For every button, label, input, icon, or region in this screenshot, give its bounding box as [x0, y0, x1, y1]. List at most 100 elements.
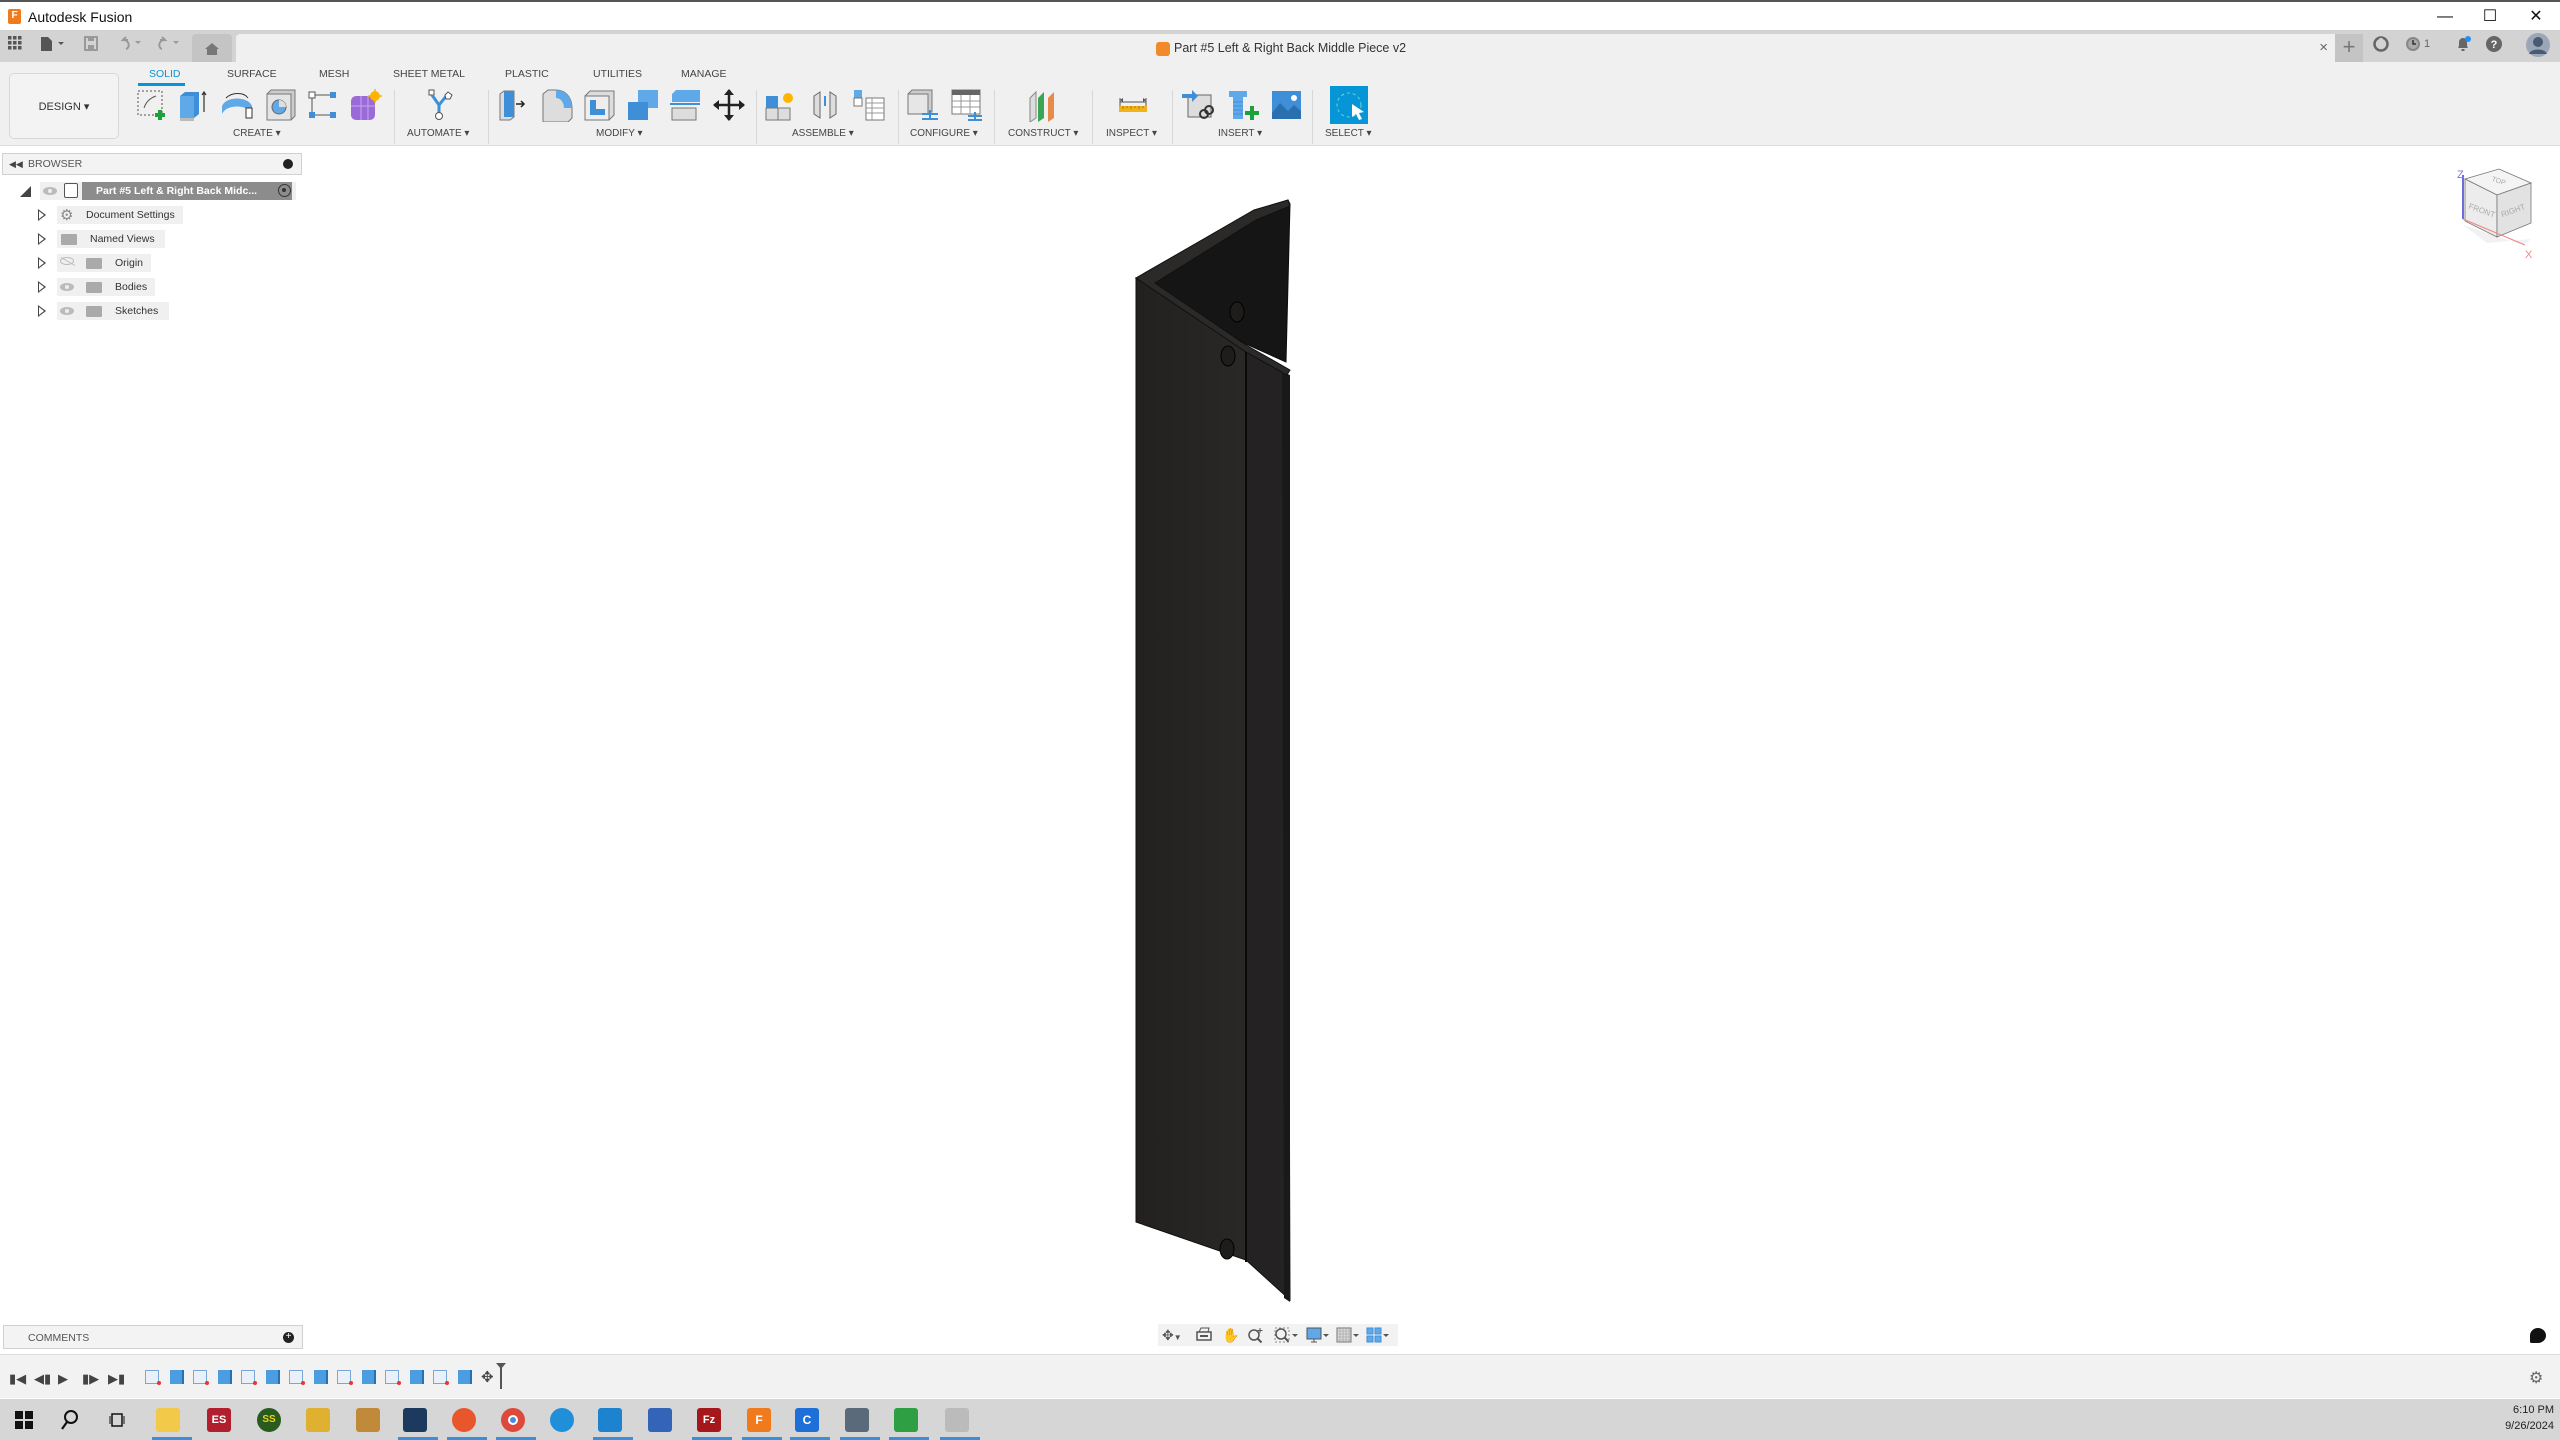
- joint-button[interactable]: [808, 88, 842, 122]
- new-component-button[interactable]: [764, 88, 798, 122]
- offset-face-button[interactable]: [668, 88, 702, 122]
- timeline-marker-line[interactable]: [500, 1367, 502, 1389]
- home-tab[interactable]: [192, 34, 232, 62]
- extrude-button[interactable]: [176, 88, 210, 122]
- timeline-go-to-end-icon[interactable]: ▶▮: [108, 1371, 125, 1387]
- zoom-icon[interactable]: [1248, 1327, 1264, 1346]
- timeline-sketch-feature[interactable]: [241, 1370, 257, 1385]
- save-icon[interactable]: [84, 36, 98, 56]
- firefox-icon[interactable]: [452, 1408, 476, 1432]
- system-clock[interactable]: 6:10 PM 9/26/2024: [2505, 1402, 2554, 1434]
- configuration-table-button[interactable]: [950, 88, 984, 122]
- fit-icon[interactable]: [1274, 1327, 1298, 1346]
- move-copy-button[interactable]: [712, 88, 746, 122]
- combine-button[interactable]: [626, 88, 660, 122]
- timeline-play-icon[interactable]: ▶: [58, 1371, 68, 1387]
- minimize-button[interactable]: —: [2425, 6, 2465, 28]
- fusion-taskbar-icon[interactable]: F: [747, 1408, 771, 1432]
- sheets-app-icon[interactable]: [894, 1408, 918, 1432]
- timeline-sketch-feature[interactable]: [193, 1370, 209, 1385]
- es-app-icon[interactable]: ES: [207, 1408, 231, 1432]
- search-icon[interactable]: [58, 1408, 82, 1432]
- user-avatar[interactable]: [2526, 33, 2550, 62]
- new-tab-button[interactable]: +: [2335, 34, 2363, 62]
- expand-triangle-icon[interactable]: [38, 233, 46, 245]
- pen-app-icon[interactable]: [306, 1408, 330, 1432]
- vscode-icon[interactable]: [598, 1408, 622, 1432]
- hole-button[interactable]: [264, 88, 298, 122]
- browser-item-document-settings[interactable]: ⚙ Document Settings: [36, 206, 196, 224]
- create-group-label[interactable]: CREATE ▾: [233, 128, 281, 139]
- insert-derive-button[interactable]: [1182, 88, 1216, 122]
- data-panel-icon[interactable]: [8, 36, 22, 55]
- display-settings-icon[interactable]: [1306, 1327, 1330, 1346]
- timeline-settings-gear-icon[interactable]: ⚙: [2529, 1368, 2543, 1388]
- tab-manage[interactable]: MANAGE: [681, 68, 727, 80]
- timeline-extrude-feature[interactable]: [410, 1370, 424, 1384]
- expand-triangle-icon[interactable]: [38, 257, 46, 269]
- browser-item-bodies[interactable]: Bodies: [36, 278, 196, 296]
- look-at-icon[interactable]: [1196, 1327, 1212, 1344]
- insert-canvas-button[interactable]: [1270, 88, 1304, 122]
- expand-triangle-icon[interactable]: [38, 209, 46, 221]
- timeline-sketch-feature[interactable]: [145, 1370, 161, 1385]
- shell-button[interactable]: [582, 88, 616, 122]
- offset-plane-button[interactable]: [1026, 88, 1060, 123]
- expand-triangle-icon[interactable]: [38, 281, 46, 293]
- expand-triangle-icon[interactable]: [20, 186, 31, 197]
- timeline-extrude-feature[interactable]: [266, 1370, 280, 1384]
- inspect-group-label[interactable]: INSPECT ▾: [1106, 128, 1157, 139]
- model-angle-bracket[interactable]: [1100, 190, 1320, 1310]
- timeline-sketch-feature[interactable]: [433, 1370, 449, 1385]
- timeline-sketch-feature[interactable]: [337, 1370, 353, 1385]
- fillet-button[interactable]: [540, 88, 574, 123]
- timeline-extrude-feature[interactable]: [314, 1370, 328, 1384]
- tab-surface[interactable]: SURFACE: [227, 68, 277, 80]
- form-button[interactable]: [348, 88, 382, 122]
- close-tab-button[interactable]: ×: [2319, 39, 2328, 56]
- press-pull-button[interactable]: [498, 88, 532, 122]
- timeline-move-feature[interactable]: ✥: [481, 1368, 494, 1386]
- redo-icon[interactable]: [156, 36, 182, 55]
- orbit-icon[interactable]: ✥▼: [1162, 1327, 1182, 1344]
- tab-sheet-metal[interactable]: SHEET METAL: [393, 68, 465, 80]
- revolve-button[interactable]: [220, 88, 254, 122]
- tab-solid[interactable]: SOLID: [149, 68, 181, 80]
- visibility-eye-icon[interactable]: [60, 307, 74, 315]
- visibility-eye-icon[interactable]: [43, 187, 57, 195]
- viewcube[interactable]: TOP FRONT RIGHT Z X: [2445, 165, 2555, 275]
- close-window-button[interactable]: ✕: [2516, 6, 2556, 28]
- add-comment-icon[interactable]: +: [283, 1332, 294, 1343]
- timeline-sketch-feature[interactable]: [289, 1370, 305, 1385]
- job-status-icon[interactable]: [2405, 36, 2421, 57]
- start-button[interactable]: [12, 1408, 36, 1432]
- visibility-eye-icon[interactable]: [60, 283, 74, 291]
- timeline-sketch-feature[interactable]: [385, 1370, 401, 1385]
- select-group-label[interactable]: SELECT ▾: [1325, 128, 1372, 139]
- browser-item-sketches[interactable]: Sketches: [36, 302, 196, 320]
- task-view-icon[interactable]: [106, 1408, 130, 1432]
- filezilla-icon[interactable]: Fz: [697, 1408, 721, 1432]
- insert-group-label[interactable]: INSERT ▾: [1218, 128, 1262, 139]
- edge-icon[interactable]: [550, 1408, 574, 1432]
- insert-mcmaster-button[interactable]: [1226, 88, 1260, 122]
- pan-icon[interactable]: ✋: [1222, 1327, 1239, 1344]
- pattern-button[interactable]: [306, 88, 340, 122]
- construct-group-label[interactable]: CONSTRUCT ▾: [1008, 128, 1078, 139]
- hidden-eye-icon[interactable]: [60, 257, 76, 266]
- browser-item-origin[interactable]: Origin: [36, 254, 196, 272]
- media-app-icon[interactable]: [356, 1408, 380, 1432]
- timeline-extrude-feature[interactable]: [218, 1370, 232, 1384]
- collapse-browser-icon[interactable]: ◀◀: [9, 159, 23, 170]
- maximize-button[interactable]: ☐: [2470, 6, 2510, 28]
- timeline-go-to-start-icon[interactable]: ▮◀: [9, 1371, 26, 1387]
- workspace-switcher[interactable]: DESIGN ▾: [9, 73, 119, 139]
- select-button[interactable]: [1330, 86, 1368, 124]
- tab-plastic[interactable]: PLASTIC: [505, 68, 549, 80]
- expand-triangle-icon[interactable]: [38, 305, 46, 317]
- browser-root-item[interactable]: Part #5 Left & Right Back Midc...: [18, 182, 298, 200]
- virtualbox-icon[interactable]: [403, 1408, 427, 1432]
- ss-app-icon[interactable]: SS: [257, 1408, 281, 1432]
- timeline-step-forward-icon[interactable]: ▮▶: [82, 1371, 99, 1387]
- automate-group-label[interactable]: AUTOMATE ▾: [407, 128, 469, 139]
